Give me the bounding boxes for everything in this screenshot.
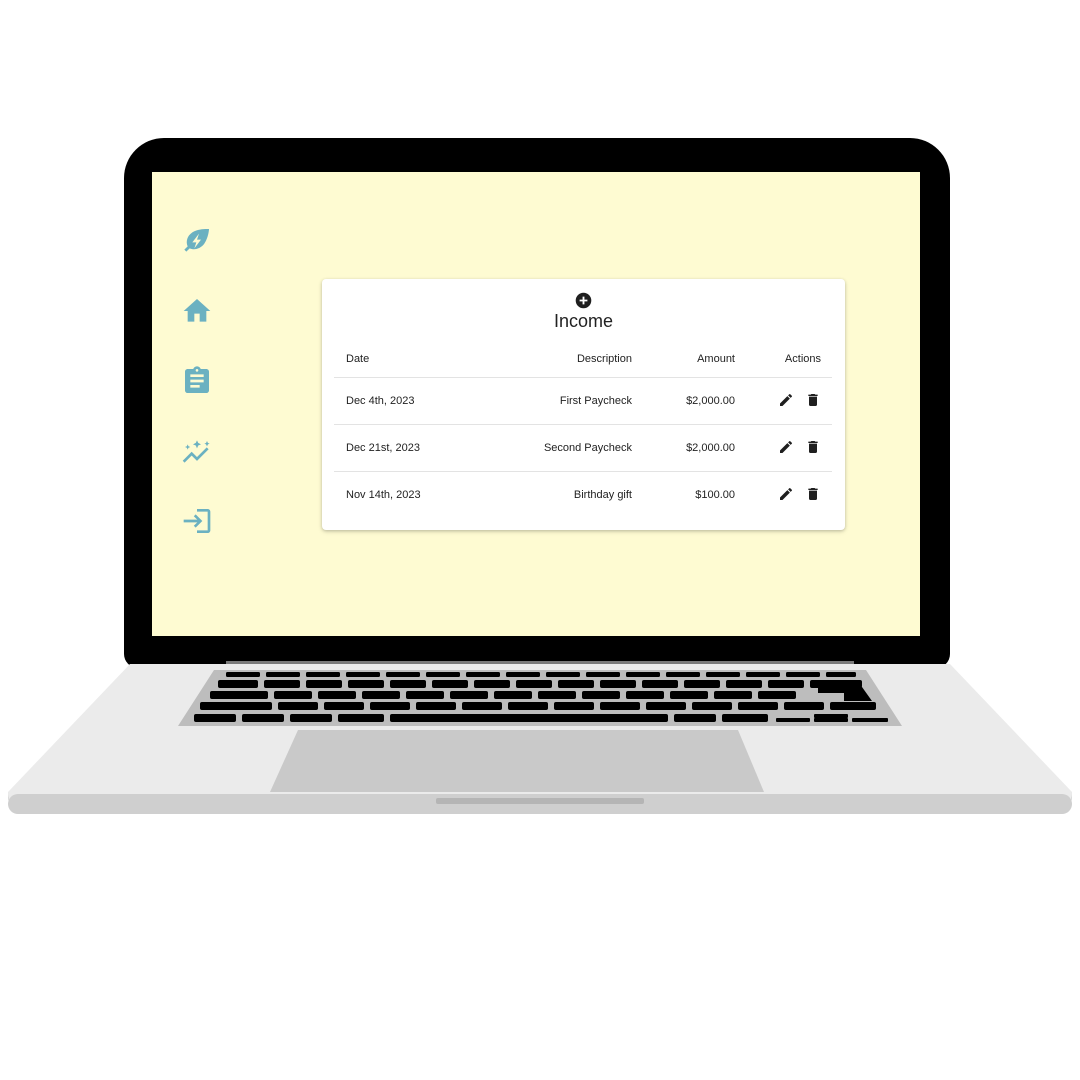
sparkle-trend-icon[interactable] xyxy=(180,434,214,468)
table-header-row: Date Description Amount Actions xyxy=(334,341,832,378)
row-amount: $2,000.00 xyxy=(632,424,735,472)
delete-icon[interactable] xyxy=(805,486,821,502)
trackpad xyxy=(270,730,764,792)
column-header-date[interactable]: Date xyxy=(334,341,496,378)
add-circle-icon[interactable] xyxy=(575,292,592,309)
row-description: Birthday gift xyxy=(573,489,632,501)
income-table: Date Description Amount Actions Dec 4th,… xyxy=(334,341,832,518)
edit-icon[interactable] xyxy=(778,392,794,408)
edit-icon[interactable] xyxy=(778,486,794,502)
delete-icon[interactable] xyxy=(805,392,821,408)
home-icon[interactable] xyxy=(180,294,214,328)
row-amount: $100.00 xyxy=(695,489,735,501)
row-description: First Paycheck xyxy=(496,377,632,425)
column-header-actions: Actions xyxy=(735,341,832,378)
edit-icon[interactable] xyxy=(778,439,794,455)
row-actions xyxy=(735,424,832,472)
app-screen: Income Date Description Amount Actions D… xyxy=(152,172,920,636)
delete-icon[interactable] xyxy=(805,439,821,455)
leaf-bolt-logo-icon[interactable] xyxy=(180,224,214,258)
clipboard-icon[interactable] xyxy=(180,364,214,398)
row-actions xyxy=(735,472,832,519)
page-title: Income xyxy=(553,311,614,331)
row-amount: $2,000.00 xyxy=(632,377,735,425)
row-actions xyxy=(735,377,832,425)
table-row[interactable]: Dec 4th, 2023 First Paycheck $2,000.00 xyxy=(334,377,832,425)
row-date: Dec 4th, 2023 xyxy=(334,377,496,425)
column-header-amount[interactable]: Amount xyxy=(632,341,735,378)
table-row[interactable]: Dec 21st, 2023 Second Paycheck $2,000.00 xyxy=(334,424,832,472)
table-row[interactable]: Nov 14th, 2023 Birthday gift $100.00 xyxy=(334,472,832,519)
column-header-description[interactable]: Description xyxy=(496,341,632,378)
income-card: Income Date Description Amount Actions D… xyxy=(322,279,845,530)
row-description: Second Paycheck xyxy=(496,424,632,472)
row-date: Dec 21st, 2023 xyxy=(334,424,496,472)
sidebar xyxy=(152,172,242,636)
laptop-base xyxy=(8,664,1072,814)
login-icon[interactable] xyxy=(180,504,214,538)
row-date: Nov 14th, 2023 xyxy=(346,489,421,501)
